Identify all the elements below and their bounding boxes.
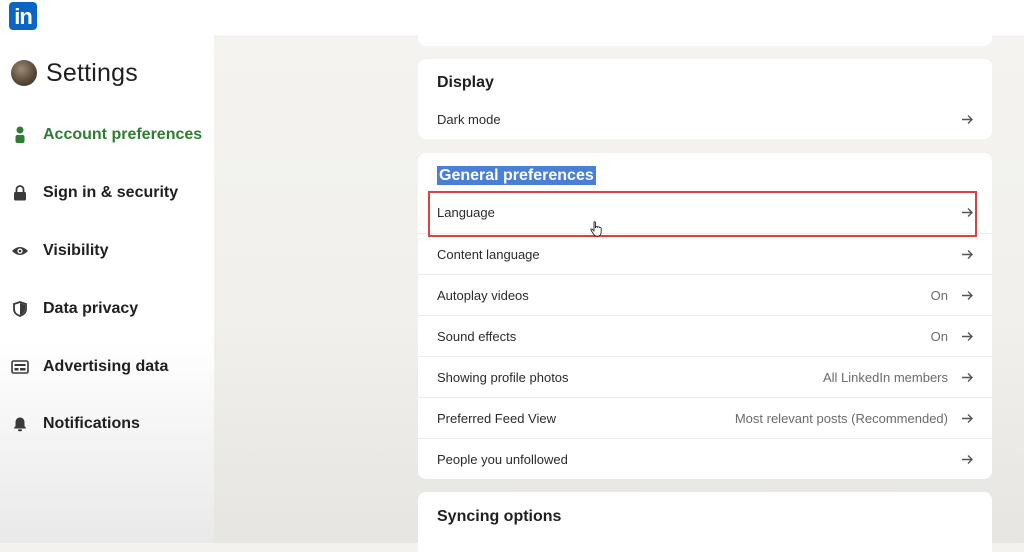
setting-row-showing-profile-photos[interactable]: Showing profile photos All LinkedIn memb… bbox=[418, 356, 992, 398]
setting-label: People you unfollowed bbox=[437, 452, 568, 467]
section-title-display: Display bbox=[437, 74, 494, 91]
bell-icon bbox=[11, 415, 29, 433]
hand-cursor-icon bbox=[590, 221, 602, 237]
linkedin-logo[interactable]: in bbox=[9, 2, 37, 30]
display-card: Display Dark mode bbox=[418, 59, 992, 139]
syncing-options-card: Syncing options bbox=[418, 492, 992, 552]
eye-icon bbox=[11, 242, 29, 260]
setting-row-dark-mode[interactable]: Dark mode bbox=[418, 99, 992, 140]
sidebar-item-label: Data privacy bbox=[43, 300, 139, 317]
arrow-right-icon bbox=[960, 113, 974, 127]
setting-row-autoplay-videos[interactable]: Autoplay videos On bbox=[418, 274, 992, 316]
setting-value: On bbox=[930, 329, 948, 344]
settings-header: Settings bbox=[11, 58, 138, 88]
setting-label: Showing profile photos bbox=[437, 370, 569, 385]
setting-row-sound-effects[interactable]: Sound effects On bbox=[418, 315, 992, 357]
arrow-right-icon bbox=[960, 453, 974, 467]
sidebar-item-account-preferences[interactable]: Account preferences bbox=[11, 122, 202, 148]
setting-value: On bbox=[930, 288, 948, 303]
person-icon bbox=[11, 126, 29, 144]
sidebar-item-notifications[interactable]: Notifications bbox=[11, 411, 140, 437]
sidebar-item-label: Account preferences bbox=[43, 126, 203, 143]
selected-text: General preferences bbox=[437, 166, 596, 185]
annotation-highlight-box bbox=[428, 191, 977, 237]
ad-icon bbox=[11, 358, 29, 376]
setting-value: Most relevant posts (Recommended) bbox=[734, 411, 948, 426]
settings-sidebar bbox=[0, 35, 214, 543]
section-title-general-preferences: General preferences bbox=[437, 166, 596, 185]
top-bar: in bbox=[0, 0, 1024, 35]
setting-label: Content language bbox=[437, 247, 540, 262]
shield-icon bbox=[11, 300, 29, 318]
section-title-syncing-options: Syncing options bbox=[437, 508, 562, 525]
page-title: Settings bbox=[46, 58, 138, 87]
avatar[interactable] bbox=[11, 60, 37, 86]
lock-icon bbox=[11, 184, 29, 202]
setting-label: Preferred Feed View bbox=[437, 411, 556, 426]
arrow-right-icon bbox=[960, 330, 974, 344]
arrow-right-icon bbox=[960, 289, 974, 303]
arrow-right-icon bbox=[960, 248, 974, 262]
sidebar-item-data-privacy[interactable]: Data privacy bbox=[11, 296, 138, 322]
sidebar-item-label: Visibility bbox=[43, 242, 109, 259]
sidebar-item-advertising-data[interactable]: Advertising data bbox=[11, 354, 168, 380]
setting-row-preferred-feed-view[interactable]: Preferred Feed View Most relevant posts … bbox=[418, 397, 992, 439]
sidebar-item-visibility[interactable]: Visibility bbox=[11, 238, 109, 264]
sidebar-item-label: Notifications bbox=[43, 415, 140, 432]
setting-row-people-you-unfollowed[interactable]: People you unfollowed bbox=[418, 438, 992, 480]
arrow-right-icon bbox=[960, 371, 974, 385]
arrow-right-icon bbox=[960, 412, 974, 426]
sidebar-item-label: Sign in & security bbox=[43, 184, 179, 201]
sidebar-item-label: Advertising data bbox=[43, 358, 169, 375]
setting-value: All LinkedIn members bbox=[823, 370, 948, 385]
setting-label: Dark mode bbox=[437, 112, 501, 127]
sidebar-item-sign-in-security[interactable]: Sign in & security bbox=[11, 180, 178, 206]
setting-label: Sound effects bbox=[437, 329, 517, 344]
setting-row-content-language[interactable]: Content language bbox=[418, 233, 992, 275]
previous-section-card bbox=[418, 35, 992, 46]
setting-label: Autoplay videos bbox=[437, 288, 529, 303]
